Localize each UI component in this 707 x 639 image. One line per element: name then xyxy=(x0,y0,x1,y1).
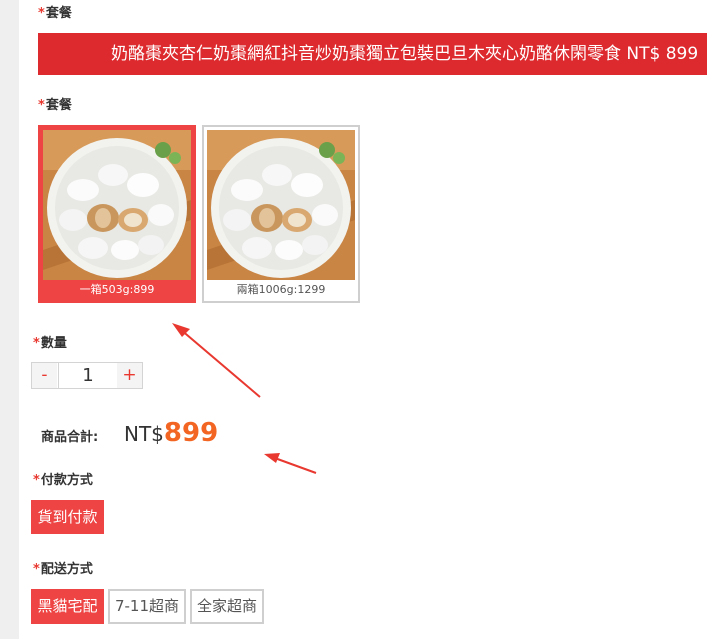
package-label: *套餐 xyxy=(38,98,72,113)
subtotal-label: 商品合計: xyxy=(41,430,99,445)
delivery-option-711[interactable]: 7-11超商 xyxy=(108,589,186,624)
quantity-increase-button[interactable]: + xyxy=(117,363,142,388)
quantity-decrease-button[interactable]: - xyxy=(32,363,57,388)
subtotal-currency: NT$ xyxy=(124,422,164,446)
quantity-stepper: - 1 + xyxy=(31,362,143,389)
payment-option-cod[interactable]: 貨到付款 xyxy=(31,500,104,534)
subtotal-price: NT$899 xyxy=(124,418,218,448)
package-top-label: *套餐 xyxy=(38,6,72,21)
package-option-1[interactable]: 一箱503g:899 xyxy=(38,125,196,303)
package-option-2[interactable]: 兩箱1006g:1299 xyxy=(202,125,360,303)
payment-label: *付款方式 xyxy=(33,473,93,488)
delivery-option-black-cat[interactable]: 黑貓宅配 xyxy=(31,589,104,624)
delivery-label: *配送方式 xyxy=(33,562,93,577)
package-title-banner[interactable]: 奶酪棗夾杏仁奶棗網紅抖音炒奶棗獨立包裝巴旦木夾心奶酪休閑零食 NT$ 899 xyxy=(38,33,707,75)
left-gutter xyxy=(0,0,19,639)
subtotal-amount: 899 xyxy=(163,418,219,448)
quantity-label: *數量 xyxy=(33,336,67,351)
annotation-arrows xyxy=(172,323,317,474)
package-option-caption: 一箱503g:899 xyxy=(79,283,155,296)
product-image xyxy=(207,130,355,280)
package-option-caption: 兩箱1006g:1299 xyxy=(236,283,326,296)
delivery-option-family-mart[interactable]: 全家超商 xyxy=(190,589,264,624)
product-image xyxy=(43,130,191,280)
package-title-text: 奶酪棗夾杏仁奶棗網紅抖音炒奶棗獨立包裝巴旦木夾心奶酪休閑零食 NT$ 899 xyxy=(111,44,699,64)
quantity-input[interactable]: 1 xyxy=(58,363,118,388)
